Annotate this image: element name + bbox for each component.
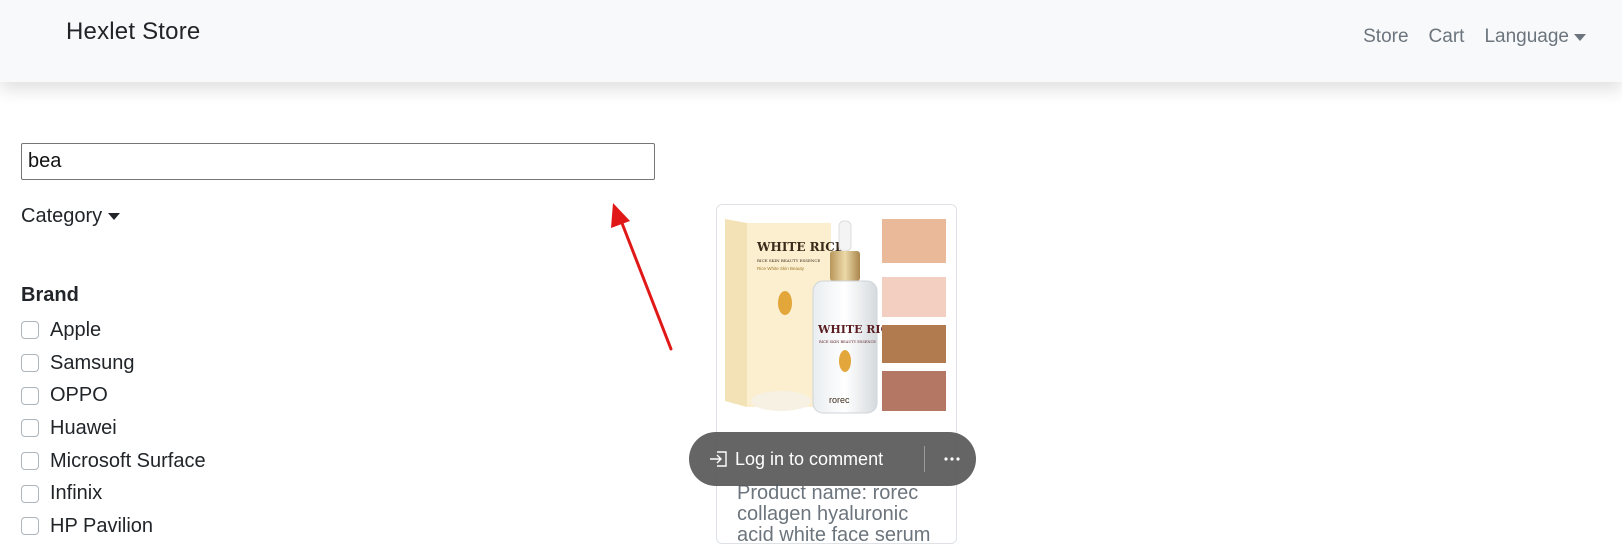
skin-swatch	[882, 371, 946, 411]
rice-grain-icon	[778, 291, 792, 315]
brand-label[interactable]: Infinix	[50, 482, 102, 505]
bottle-body	[812, 280, 878, 414]
brand-checkbox-hp-pavilion[interactable]	[21, 517, 39, 536]
brand-checkbox-huawei[interactable]	[21, 419, 39, 438]
skin-swatch	[882, 277, 946, 317]
rice-pile	[751, 391, 811, 411]
skin-swatch	[882, 219, 946, 263]
brand-filter-item: Huawei	[21, 412, 206, 445]
box-tagline: Rice White Skin Beauty	[757, 266, 805, 271]
brand-filter-item: Infinix	[21, 477, 206, 510]
rice-grain-icon	[839, 350, 851, 372]
more-options-icon[interactable]	[940, 447, 964, 471]
annotation-arrow-head	[611, 203, 630, 228]
box-subtitle: RICE SKIN BEAUTY ESSENCE	[757, 258, 820, 263]
bottle-brand: rorec	[829, 395, 850, 405]
bottle-subtitle: RICE SKIN BEAUTY ESSENCE	[819, 340, 876, 344]
product-card[interactable]: WHITE RICE RICE SKIN BEAUTY ESSENCE Rice…	[716, 204, 957, 544]
language-dropdown-label: Language	[1484, 26, 1569, 47]
brand-label[interactable]: HP Pavilion	[50, 515, 153, 538]
brand-filter-item: HP Pavilion	[21, 510, 206, 543]
bottle-cap	[830, 251, 860, 281]
brand-filter-heading: Brand	[21, 284, 79, 306]
brand-filter-item: Apple	[21, 314, 206, 347]
brand-logo-text[interactable]: Hexlet Store	[66, 18, 200, 46]
brand-checkbox-microsoft-surface[interactable]	[21, 452, 39, 471]
annotation-arrow-shaft	[618, 216, 673, 351]
brand-filter-item: Samsung	[21, 347, 206, 380]
brand-filter-item: OPPO	[21, 379, 206, 412]
nav-link-store[interactable]: Store	[1363, 26, 1408, 48]
product-image[interactable]: WHITE RICE RICE SKIN BEAUTY ESSENCE Rice…	[721, 211, 953, 431]
category-dropdown[interactable]: Category	[21, 205, 121, 228]
search-input[interactable]	[21, 143, 655, 180]
brand-label[interactable]: OPPO	[50, 384, 108, 407]
skin-swatch	[882, 325, 946, 363]
nav-link-cart[interactable]: Cart	[1429, 26, 1465, 48]
pill-divider	[924, 446, 925, 472]
nav-links: Store Cart Language	[1363, 26, 1586, 48]
brand-label[interactable]: Microsoft Surface	[50, 450, 206, 473]
brand-checkbox-oppo[interactable]	[21, 386, 39, 405]
caret-down-icon	[108, 213, 121, 220]
login-to-comment-button[interactable]: Log in to comment	[735, 449, 883, 470]
caret-down-icon	[1574, 33, 1586, 41]
category-dropdown-label: Category	[21, 205, 103, 227]
brand-checkbox-samsung[interactable]	[21, 354, 39, 373]
brand-label[interactable]: Apple	[50, 319, 101, 342]
login-to-comment-bar: Log in to comment	[689, 432, 976, 486]
box-side	[725, 219, 747, 407]
brand-checkbox-apple[interactable]	[21, 321, 39, 340]
brand-checkbox-infinix[interactable]	[21, 484, 39, 503]
dropper-bulb	[838, 220, 852, 252]
product-name: Product name: rorec collagen hyaluronic …	[737, 482, 931, 544]
brand-filter-item: Microsoft Surface	[21, 445, 206, 478]
language-dropdown[interactable]: Language	[1484, 26, 1586, 48]
brand-label[interactable]: Samsung	[50, 352, 135, 375]
sign-in-icon	[710, 451, 727, 467]
navbar: Hexlet Store Store Cart Language	[0, 0, 1622, 82]
box-title: WHITE RICE	[756, 240, 844, 254]
brand-filter-list: Apple Samsung OPPO Huawei Microsoft Surf…	[21, 314, 206, 543]
brand-label[interactable]: Huawei	[50, 417, 117, 440]
